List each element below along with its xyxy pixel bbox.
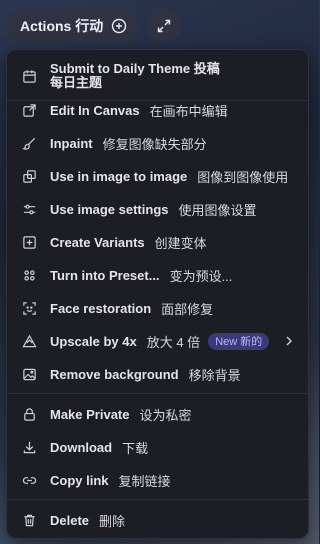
actions-menu: Submit to Daily Theme 投稿 每日主题 Edit In Ca…: [6, 49, 309, 539]
menu-item-label-zh: 删除: [99, 513, 126, 529]
plus-circle-icon: [111, 18, 127, 34]
menu-item-label-zh: 变为预设...: [169, 268, 233, 284]
menu-item-label: Use in image to image: [50, 168, 188, 184]
trash-icon: [21, 512, 37, 528]
menu-divider: [7, 499, 308, 500]
menu-item-label: Use image settings: [50, 201, 169, 217]
menu-item-label: Make Private: [50, 406, 130, 422]
menu-item-label: Copy link: [50, 472, 109, 488]
menu-divider: [7, 393, 308, 394]
actions-label: Actions 行动: [20, 18, 104, 34]
menu-item-delete[interactable]: Delete 删除: [7, 507, 308, 533]
menu-item-label: Create Variants: [50, 234, 145, 250]
menu-item-label: Inpaint: [50, 135, 93, 151]
menu-item-make-private[interactable]: Make Private 设为私密: [7, 401, 308, 427]
menu-item-label-zh: 创建变体: [154, 235, 207, 251]
menu-item-upscale-4x[interactable]: Upscale by 4x 放大 4 倍 New 新的: [7, 328, 308, 354]
menu-item-use-in-image-to-image[interactable]: Use in image to image 图像到图像使用: [7, 163, 308, 189]
top-toolbar: Actions 行动: [6, 9, 182, 43]
menu-item-label: Face restoration: [50, 300, 152, 316]
menu-item-label-zh: 移除背景: [188, 367, 241, 383]
menu-item-label-zh: 在画布中编辑: [149, 103, 228, 119]
menu-item-label: Download: [50, 439, 113, 455]
calendar-icon: [21, 68, 37, 84]
grid-dots-icon: [21, 267, 37, 283]
brush-icon: [21, 135, 37, 151]
external-edit-icon: [21, 102, 37, 118]
menu-item-label-zh: 修复图像缺失部分: [102, 136, 207, 152]
menu-item-label-zh: 复制链接: [118, 473, 171, 489]
menu-item-create-variants[interactable]: Create Variants 创建变体: [7, 229, 308, 255]
menu-item-label: Submit to Daily Theme 投稿: [50, 61, 220, 76]
menu-item-label: Delete: [50, 512, 90, 528]
new-badge: New 新的: [208, 332, 270, 350]
menu-item-use-image-settings[interactable]: Use image settings 使用图像设置: [7, 196, 308, 222]
menu-item-edit-in-canvas[interactable]: Edit In Canvas 在画布中编辑: [7, 97, 308, 123]
link-icon: [21, 472, 37, 488]
upscale-triangle-icon: [21, 333, 37, 349]
sliders-icon: [21, 201, 37, 217]
actions-button[interactable]: Actions 行动: [6, 9, 140, 43]
menu-item-inpaint[interactable]: Inpaint 修复图像缺失部分: [7, 130, 308, 156]
lock-icon: [21, 406, 37, 422]
menu-item-label-zh: 使用图像设置: [178, 202, 257, 218]
menu-item-label-line2: 每日主题: [50, 75, 103, 90]
download-icon: [21, 439, 37, 455]
menu-item-label-zh: 设为私密: [139, 407, 192, 423]
menu-item-download[interactable]: Download 下载: [7, 434, 308, 460]
menu-item-label: Upscale by 4x: [50, 333, 137, 349]
expand-arrows-icon: [156, 18, 172, 34]
menu-item-label-zh: 下载: [122, 440, 149, 456]
menu-item-label: Remove background: [50, 366, 179, 382]
menu-item-copy-link[interactable]: Copy link 复制链接: [7, 467, 308, 493]
face-icon: [21, 300, 37, 316]
menu-item-remove-background[interactable]: Remove background 移除背景: [7, 361, 308, 387]
menu-item-label: Turn into Preset...: [50, 267, 160, 283]
expand-button[interactable]: [147, 9, 182, 43]
chevron-right-icon: [284, 335, 294, 347]
menu-item-label-zh: 放大 4 倍: [146, 334, 201, 350]
menu-item-turn-into-preset[interactable]: Turn into Preset... 变为预设...: [7, 262, 308, 288]
menu-item-face-restoration[interactable]: Face restoration 面部修复: [7, 295, 308, 321]
menu-item-submit-daily-theme[interactable]: Submit to Daily Theme 投稿 每日主题: [7, 56, 308, 96]
plus-square-icon: [21, 234, 37, 250]
menu-item-label: Edit In Canvas: [50, 102, 140, 118]
copy-layers-icon: [21, 168, 37, 184]
menu-item-label-zh: 图像到图像使用: [197, 169, 289, 185]
image-icon: [21, 366, 37, 382]
menu-item-label-zh: 面部修复: [161, 301, 214, 317]
